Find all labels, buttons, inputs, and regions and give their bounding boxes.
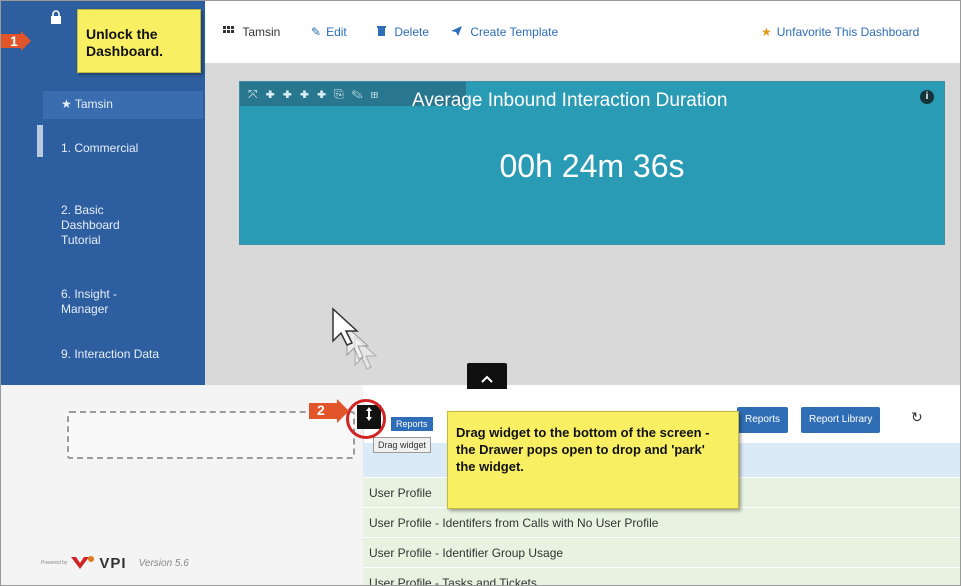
step-2-number: 2: [317, 402, 325, 418]
screenshot-frame: ★ Tamsin 1. Commercial 2. Basic Dashboar…: [0, 0, 961, 586]
reports-button[interactable]: Reports: [737, 407, 789, 433]
table-row-label: User Profile - Identifier Group Usage: [369, 546, 564, 560]
widget-value: 00h 24m 36s: [499, 148, 685, 184]
grid-icon: [223, 25, 237, 39]
step-2-arrow: [309, 399, 349, 423]
paper-plane-icon: [451, 25, 465, 39]
highlight-circle: [346, 399, 386, 439]
version-label: Version 5.6: [138, 557, 189, 569]
sidebar-item-tamsin[interactable]: ★ Tamsin: [61, 97, 201, 112]
dashboard-name-label: Tamsin: [242, 25, 281, 39]
drawer-tab-reports[interactable]: Reports: [391, 417, 433, 431]
table-row-label: User Profile - Identifers from Calls wit…: [369, 516, 659, 530]
edit-label: Edit: [326, 25, 347, 39]
cursor-icon: [332, 307, 378, 370]
sidebar-item-interaction-data[interactable]: 9. Interaction Data: [61, 347, 201, 362]
report-library-button[interactable]: Report Library: [801, 407, 881, 433]
chevron-up-icon: [481, 375, 493, 383]
sidebar-item-basic-dashboard-tutorial[interactable]: 2. Basic Dashboard Tutorial: [61, 203, 141, 248]
step-1-callout: Unlock the Dashboard.: [77, 9, 201, 73]
sidebar-scroll-marker: [37, 125, 43, 157]
vpi-mark-icon: [71, 556, 95, 569]
star-icon: ★: [761, 25, 772, 39]
edit-button[interactable]: ✎ Edit: [311, 25, 347, 39]
step-1-text-line-1: Unlock the: [86, 26, 158, 42]
delete-label: Delete: [394, 25, 430, 39]
drag-widget-tooltip: Drag widget: [373, 437, 432, 453]
table-row-label: User Profile: [369, 486, 432, 500]
delete-button[interactable]: Delete: [377, 25, 429, 39]
unfavorite-label: Unfavorite This Dashboard: [776, 25, 920, 39]
pencil-icon: ✎: [311, 25, 322, 39]
vpi-logo: Powered by VPI Version 5.6: [41, 551, 189, 575]
kpi-widget[interactable]: ⤧✚✚✚✚⎘✎⊞ Average Inbound Interaction Dur…: [239, 81, 945, 245]
brand-name: VPI: [99, 554, 127, 572]
step-1-text-line-2: Dashboard.: [86, 43, 164, 59]
trash-icon: [377, 25, 389, 39]
info-icon[interactable]: i: [920, 90, 934, 104]
dashboard-name[interactable]: Tamsin: [223, 25, 280, 39]
lock-icon[interactable]: [45, 9, 67, 31]
drawer-pull-tab[interactable]: [467, 363, 507, 389]
refresh-icon[interactable]: ↻: [911, 409, 923, 426]
sidebar-item-insight-manager[interactable]: 6. Insight - Manager: [61, 287, 131, 317]
table-row-label: User Profile - Tasks and Tickets: [369, 576, 537, 586]
step-1-number: 1: [10, 33, 18, 49]
create-template-button[interactable]: Create Template: [451, 25, 558, 39]
powered-by-label: Powered by: [41, 560, 68, 566]
step-2-callout: Drag widget to the bottom of the screen …: [447, 411, 739, 509]
create-template-label: Create Template: [470, 25, 559, 39]
unfavorite-button[interactable]: ★ Unfavorite This Dashboard: [761, 25, 919, 39]
widget-title: Average Inbound Interaction Duration: [412, 90, 728, 111]
step-2-text: Drag widget to the bottom of the screen …: [456, 425, 710, 474]
sidebar-item-commercial[interactable]: 1. Commercial: [61, 141, 201, 156]
